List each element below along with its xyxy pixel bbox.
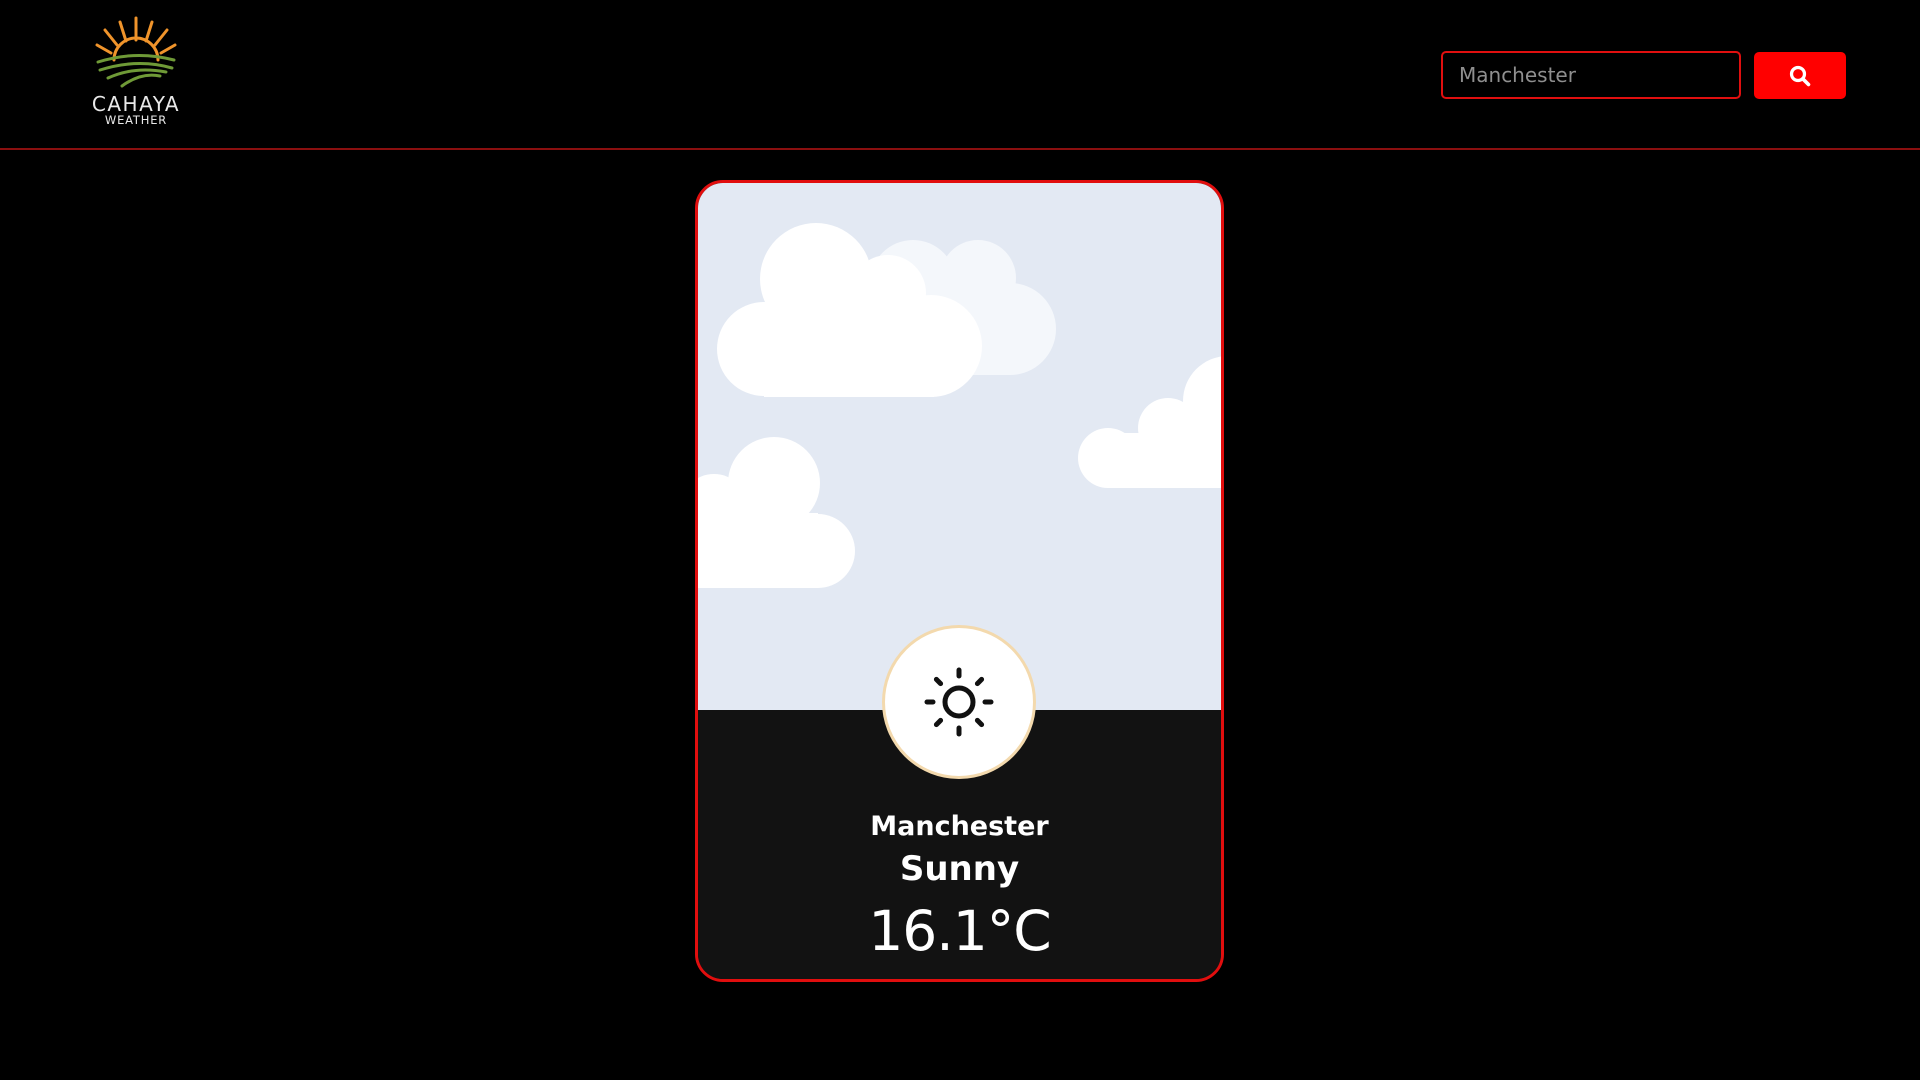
city-name: Manchester xyxy=(870,811,1049,842)
search-icon xyxy=(1789,65,1811,86)
top-bar: CAHAYA WEATHER xyxy=(0,0,1920,150)
search-button[interactable] xyxy=(1754,52,1846,99)
sun-icon xyxy=(924,667,994,737)
brand-name: CAHAYA xyxy=(91,92,181,116)
brand-tagline: WEATHER xyxy=(104,113,168,127)
city-search-input[interactable] xyxy=(1441,51,1741,99)
weather-condition: Sunny xyxy=(899,849,1020,889)
weather-card: Manchester Sunny 16.1°C xyxy=(695,180,1224,982)
brand-logo[interactable]: CAHAYA WEATHER xyxy=(86,14,186,130)
logo-sun-field-icon xyxy=(95,16,177,88)
condition-badge xyxy=(882,625,1036,779)
temperature: 16.1°C xyxy=(868,899,1051,963)
